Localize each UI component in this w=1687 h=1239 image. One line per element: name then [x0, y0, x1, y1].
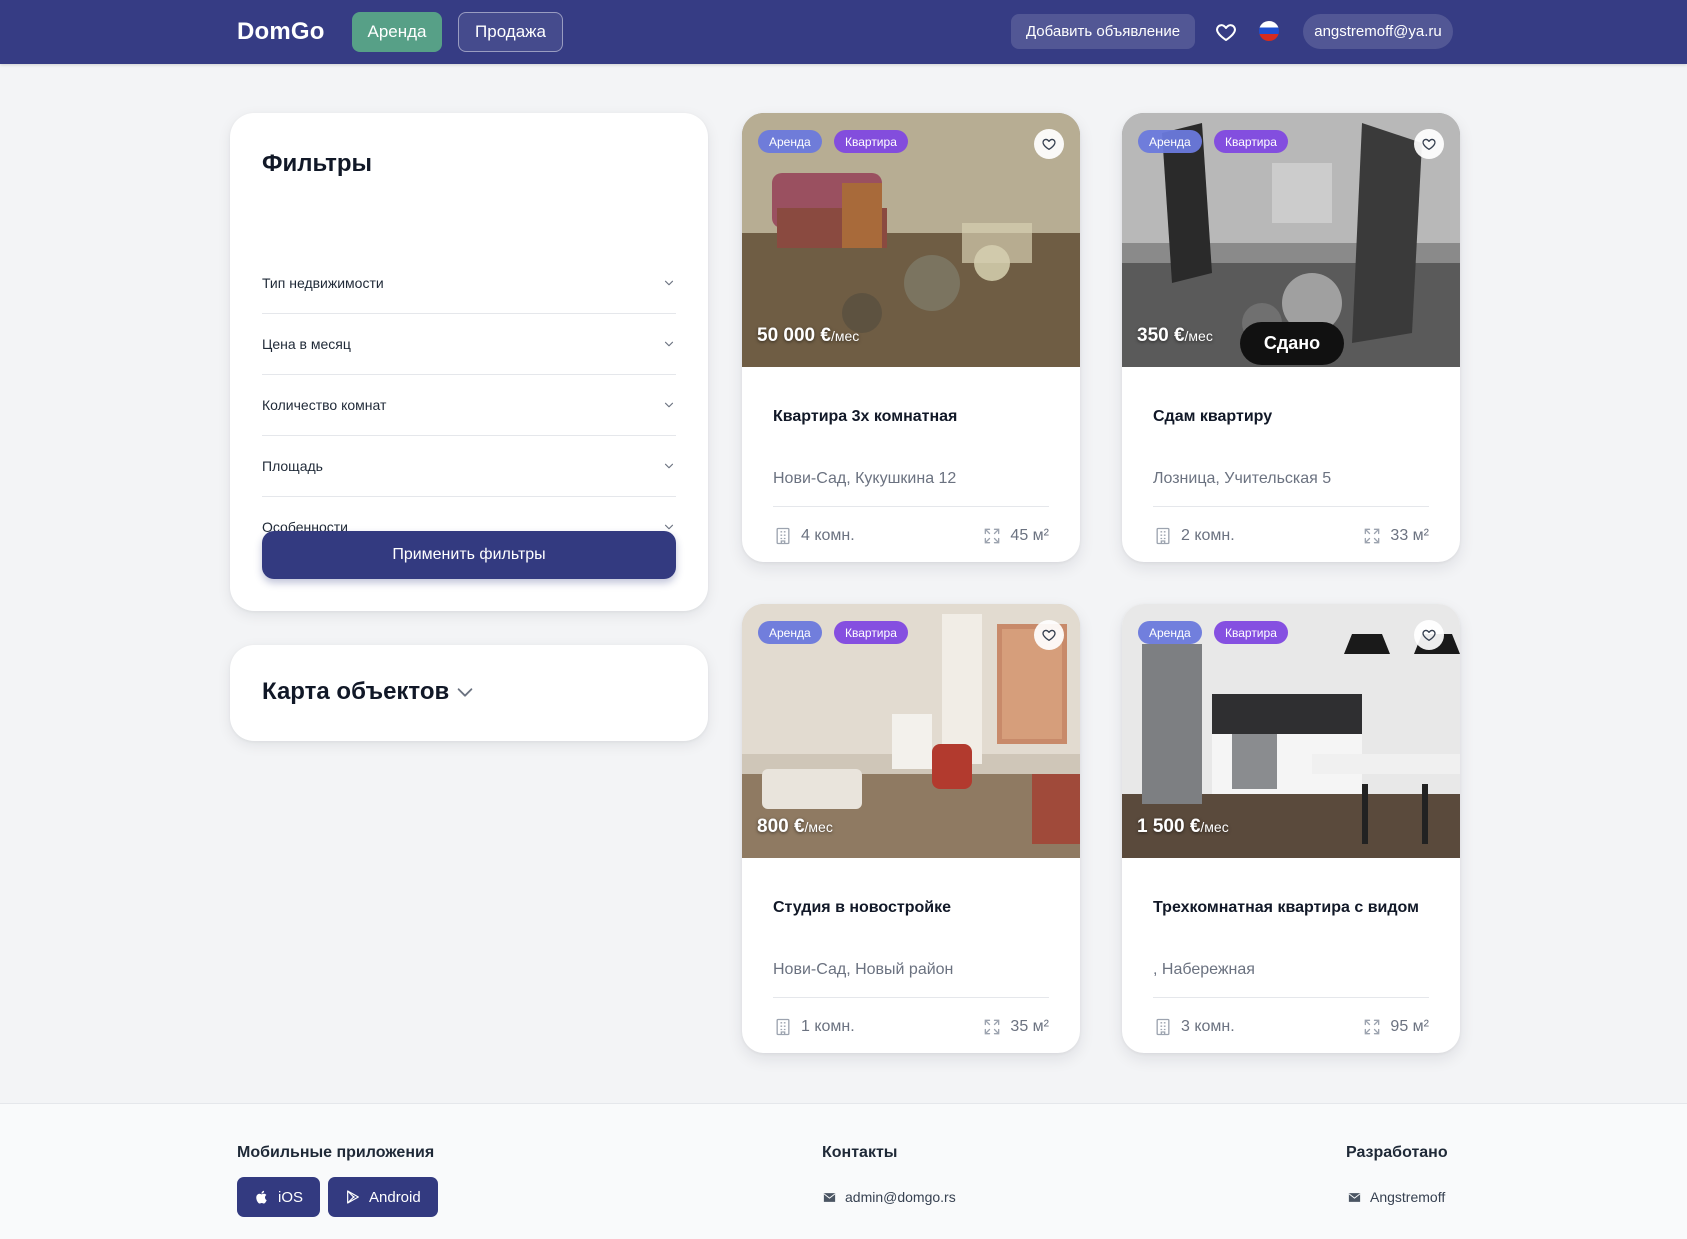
favorite-heart-icon[interactable] [1414, 620, 1444, 650]
footer-contacts-title: Контакты [822, 1144, 898, 1161]
status-badge: Сдано [1240, 322, 1344, 365]
listing-address: Нови-Сад, Новый район [773, 961, 954, 978]
favorite-heart-icon[interactable] [1034, 620, 1064, 650]
map-panel[interactable]: Карта объектов [230, 645, 708, 741]
android-app-button[interactable]: Android [328, 1177, 438, 1217]
listing-photo[interactable]: Аренда Квартира 350 €/мес Сдано [1122, 113, 1460, 367]
footer-dev-title: Разработано [1346, 1144, 1448, 1161]
ios-app-button[interactable]: iOS [237, 1177, 321, 1217]
google-play-icon [347, 1190, 359, 1204]
favorite-heart-icon[interactable] [1414, 129, 1444, 159]
flag-ru-icon[interactable] [1259, 21, 1279, 41]
listing-area: 95 м² [1362, 1017, 1429, 1037]
tab-rent[interactable]: Аренда [352, 12, 442, 52]
filter-label: Цена в месяц [262, 336, 351, 352]
badge-deal-type: Аренда [1138, 621, 1202, 644]
divider [1153, 997, 1429, 998]
chevron-down-icon[interactable] [662, 398, 676, 412]
apply-filters-button[interactable]: Применить фильтры [262, 531, 676, 579]
user-menu-button[interactable]: angstremoff@ya.ru [1303, 14, 1453, 49]
expand-icon [985, 1019, 1000, 1035]
badge-property-kind: Квартира [1214, 621, 1288, 644]
listing-price: 50 000 €/мес [757, 325, 860, 346]
listing-address: Лозница, Учительская 5 [1153, 470, 1332, 487]
top-navbar: DomGo Аренда Продажа Добавить объявление… [0, 0, 1687, 64]
listing-photo[interactable]: Аренда Квартира 50 000 €/мес [742, 113, 1080, 367]
listing-title[interactable]: Сдам квартиру [1153, 408, 1272, 426]
listing-price: 800 €/мес [757, 816, 833, 837]
listing-title[interactable]: Квартира 3х комнатная [773, 408, 957, 426]
chevron-down-icon[interactable] [662, 459, 676, 473]
divider [773, 997, 1049, 998]
mail-icon [1348, 1192, 1361, 1202]
listing-rooms: 1 комн. [773, 1017, 855, 1037]
chevron-down-icon[interactable] [662, 337, 676, 351]
chevron-down-icon[interactable] [662, 276, 676, 290]
divider [773, 506, 1049, 507]
expand-icon [985, 528, 1000, 544]
listing-photo[interactable]: Аренда Квартира 800 €/мес [742, 604, 1080, 858]
add-listing-button[interactable]: Добавить объявление [1011, 14, 1195, 49]
badge-deal-type: Аренда [758, 130, 822, 153]
listing-price: 1 500 €/мес [1137, 816, 1229, 837]
filter-label: Площадь [262, 458, 323, 474]
chevron-down-icon[interactable] [454, 681, 476, 703]
developer-link[interactable]: Angstremoff [1347, 1189, 1445, 1205]
listing-address: , Набережная [1153, 961, 1255, 978]
expand-icon [1365, 1019, 1380, 1035]
footer-apps-title: Мобильные приложения [237, 1144, 435, 1161]
logo[interactable]: DomGo [237, 18, 325, 46]
filter-label: Тип недвижимости [262, 275, 384, 291]
badge-deal-type: Аренда [1138, 130, 1202, 153]
building-icon [1156, 1018, 1170, 1036]
listing-title[interactable]: Трехкомнатная квартира с видом [1153, 899, 1419, 917]
mail-icon [823, 1192, 836, 1202]
filter-label: Количество комнат [262, 397, 387, 413]
filter-property-type[interactable]: Тип недвижимости [262, 253, 676, 314]
filters-title: Фильтры [262, 150, 373, 177]
listing-card[interactable]: Аренда Квартира 50 000 €/мес Квартира 3х… [742, 113, 1080, 562]
filters-panel: Фильтры Тип недвижимости Цена в месяц Коли… [230, 113, 708, 611]
building-icon [776, 527, 790, 545]
listing-card[interactable]: Аренда Квартира 350 €/мес Сдано Сдам ква… [1122, 113, 1460, 562]
listing-area: 45 м² [982, 526, 1049, 546]
badge-deal-type: Аренда [758, 621, 822, 644]
filter-price[interactable]: Цена в месяц [262, 314, 676, 375]
listing-price: 350 €/мес [1137, 325, 1213, 346]
tab-sale[interactable]: Продажа [458, 12, 563, 52]
listing-photo[interactable]: Аренда Квартира 1 500 €/мес [1122, 604, 1460, 858]
badge-property-kind: Квартира [1214, 130, 1288, 153]
apple-icon [256, 1190, 267, 1204]
footer: Мобильные приложения iOS Android Контакт… [0, 1103, 1687, 1239]
listing-rooms: 3 комн. [1153, 1017, 1235, 1037]
filter-area[interactable]: Площадь [262, 436, 676, 497]
building-icon [1156, 527, 1170, 545]
listing-area: 35 м² [982, 1017, 1049, 1037]
listing-address: Нови-Сад, Кукушкина 12 [773, 470, 957, 487]
badge-property-kind: Квартира [834, 621, 908, 644]
map-title: Карта объектов [262, 678, 450, 705]
filter-rooms[interactable]: Количество комнат [262, 375, 676, 436]
listing-card[interactable]: Аренда Квартира 1 500 €/мес Трехкомнатна… [1122, 604, 1460, 1053]
heart-icon[interactable] [1214, 20, 1238, 44]
listing-rooms: 2 комн. [1153, 526, 1235, 546]
listing-area: 33 м² [1362, 526, 1429, 546]
badge-property-kind: Квартира [834, 130, 908, 153]
listing-title[interactable]: Студия в новостройке [773, 899, 951, 917]
listing-rooms: 4 комн. [773, 526, 855, 546]
divider [1153, 506, 1429, 507]
expand-icon [1365, 528, 1380, 544]
listing-card[interactable]: Аренда Квартира 800 €/мес Студия в новос… [742, 604, 1080, 1053]
contact-email-link[interactable]: admin@domgo.rs [822, 1189, 956, 1205]
building-icon [776, 1018, 790, 1036]
favorite-heart-icon[interactable] [1034, 129, 1064, 159]
